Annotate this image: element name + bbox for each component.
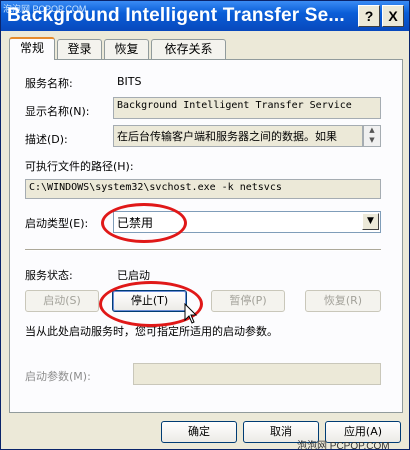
start-params-input[interactable] [133,363,381,385]
resume-button[interactable]: 恢复(R) [305,290,381,312]
mouse-cursor-icon [184,303,198,324]
startup-type-select[interactable]: 已禁用 ▼ [113,211,381,233]
dropdown-arrow-icon[interactable]: ▼ [362,213,379,230]
exe-path-field[interactable]: C:\WINDOWS\system32\svchost.exe -k netsv… [25,179,381,199]
service-status-value: 已启动 [117,269,150,282]
scroll-up-icon[interactable]: ▲ [364,126,380,136]
watermark-bottom-right: 泡泡网 PCPOP.COM [297,441,390,450]
title-bar[interactable]: 泡泡网 PCPOP.COM Background Intelligent Tra… [1,1,409,31]
startup-type-value: 已禁用 [117,216,154,230]
help-button[interactable]: ? [358,5,380,27]
scroll-down-icon[interactable]: ▼ [364,136,380,146]
service-properties-window: 泡泡网 PCPOP.COM Background Intelligent Tra… [0,0,410,450]
display-name-field[interactable]: Background Intelligent Transfer Service [113,97,381,119]
stop-button[interactable]: 停止(T) [112,290,187,312]
description-field[interactable]: 在后台传输客户端和服务器之间的数据。如果 [113,125,363,147]
tab-dependencies[interactable]: 依存关系 [151,39,226,59]
description-scroll[interactable]: ▲ ▼ [363,125,381,147]
start-params-hint: 当从此处启动服务时，您可指定所适用的启动参数。 [25,325,278,338]
close-button[interactable]: X [382,5,404,27]
service-name-label: 服务名称: [25,77,73,90]
exe-path-label: 可执行文件的路径(H): [25,160,134,173]
ok-button[interactable]: 确定 [161,421,237,443]
start-button[interactable]: 启动(S) [25,290,99,312]
tab-recovery[interactable]: 恢复 [104,39,149,59]
description-label: 描述(D): [25,133,68,146]
separator [25,249,381,251]
startup-type-label: 启动类型(E): [25,217,89,230]
display-name-label: 显示名称(N): [25,105,90,118]
start-params-label: 启动参数(M): [25,370,91,383]
service-name-value: BITS [117,75,142,88]
tab-general[interactable]: 常规 [9,37,55,60]
window-title: Background Intelligent Transfer Se... [7,5,345,26]
tab-logon[interactable]: 登录 [57,39,102,59]
pause-button[interactable]: 暂停(P) [211,290,285,312]
service-status-label: 服务状态: [25,269,73,282]
